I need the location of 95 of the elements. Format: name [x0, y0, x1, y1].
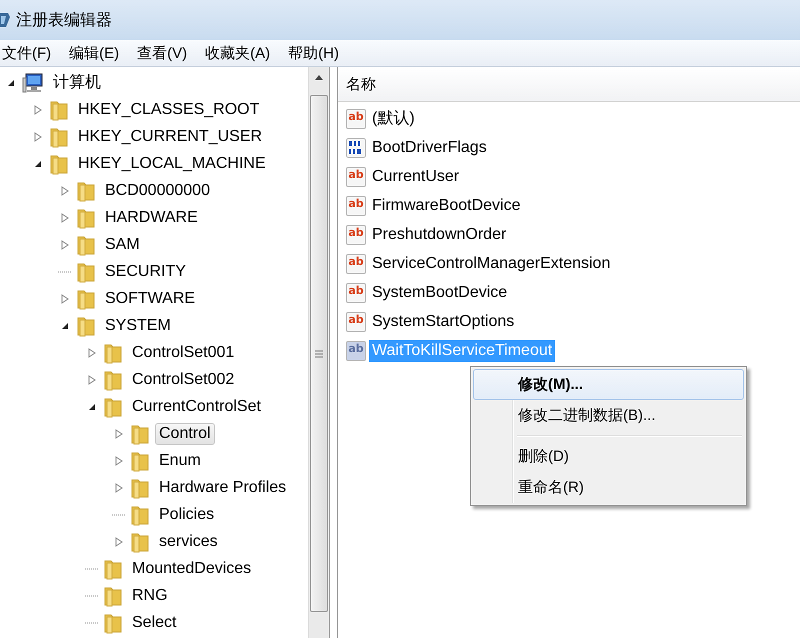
string-value-icon: ab [346, 108, 366, 128]
string-value-icon: ab [346, 340, 366, 360]
value-name[interactable]: SystemBootDevice [369, 282, 510, 304]
collapsed-arrow-icon[interactable] [115, 428, 123, 438]
tree-line [85, 568, 99, 570]
menu-item[interactable]: 帮助(H) [286, 44, 341, 62]
tree-item[interactable]: Control [155, 422, 215, 444]
tree-item[interactable]: Select [128, 612, 180, 634]
menu-item[interactable]: 查看(V) [135, 44, 190, 62]
value-name[interactable]: FirmwareBootDevice [369, 194, 524, 216]
value-name[interactable]: (默认) [369, 106, 418, 131]
folder-icon [76, 180, 96, 202]
value-name[interactable]: PreshutdownOrder [369, 224, 510, 246]
folder-icon [76, 314, 96, 336]
tree-item[interactable]: Enum [155, 450, 205, 472]
up-arrow-icon [315, 74, 323, 80]
string-value-icon: ab [346, 196, 366, 216]
collapsed-arrow-icon[interactable] [115, 482, 123, 492]
tree-line [112, 514, 126, 516]
tree-item[interactable]: MountedDevices [128, 558, 256, 580]
folder-icon [130, 450, 150, 472]
tree-item[interactable]: services [155, 530, 222, 552]
folder-icon [130, 476, 150, 498]
folder-icon [103, 584, 123, 606]
tree-item[interactable]: RNG [128, 584, 172, 606]
folder-icon [76, 206, 96, 228]
computer-icon [22, 72, 44, 94]
folder-icon [103, 368, 123, 390]
menu-item[interactable]: 删除(D) [473, 441, 744, 472]
string-value-icon: ab [346, 254, 366, 274]
collapsed-arrow-icon[interactable] [61, 294, 69, 304]
menu-item[interactable]: 修改二进制数据(B)... [473, 400, 744, 431]
menu-item[interactable]: 修改(M)... [473, 369, 744, 400]
expanded-arrow-icon[interactable] [61, 322, 69, 330]
string-value-icon: ab [346, 224, 366, 244]
folder-icon [130, 530, 150, 552]
value-name[interactable]: SystemStartOptions [369, 310, 518, 332]
folder-icon [49, 152, 69, 174]
menu-item[interactable]: 编辑(E) [67, 44, 122, 62]
string-value-icon: ab [346, 166, 366, 186]
collapsed-arrow-icon[interactable] [61, 240, 69, 250]
tree-item[interactable]: 计算机 [49, 70, 105, 95]
tree-item[interactable]: SECURITY [101, 260, 190, 282]
menu-item[interactable]: 重命名(R) [473, 472, 744, 503]
folder-icon [103, 558, 123, 580]
menu-item[interactable]: 文件(F) [0, 44, 54, 62]
tree-line [58, 270, 72, 272]
tree-item[interactable]: CurrentControlSet [128, 396, 265, 418]
folder-icon [49, 98, 69, 120]
collapsed-arrow-icon[interactable] [88, 348, 96, 358]
collapsed-arrow-icon[interactable] [115, 456, 123, 466]
app-icon [0, 11, 10, 29]
collapsed-arrow-icon[interactable] [61, 186, 69, 196]
folder-icon [130, 422, 150, 444]
folder-icon [49, 126, 69, 148]
tree-item[interactable]: BCD00000000 [101, 180, 214, 202]
window-title: 注册表编辑器 [16, 10, 112, 30]
tree-item[interactable]: HKEY_LOCAL_MACHINE [74, 152, 270, 174]
collapsed-arrow-icon[interactable] [34, 104, 42, 114]
folder-icon [76, 260, 96, 282]
tree-line [85, 622, 99, 624]
folder-icon [103, 342, 123, 364]
column-header[interactable]: 名称 [338, 67, 800, 101]
expanded-arrow-icon[interactable] [34, 160, 42, 168]
tree-item[interactable]: ControlSet002 [128, 368, 238, 390]
value-name[interactable]: ServiceControlManagerExtension [369, 252, 614, 274]
folder-icon [103, 396, 123, 418]
tree-line [85, 594, 99, 596]
tree-item[interactable]: SAM [101, 234, 144, 256]
grip-icon [315, 350, 323, 358]
collapsed-arrow-icon[interactable] [34, 132, 42, 142]
collapsed-arrow-icon[interactable] [115, 536, 123, 546]
expanded-arrow-icon[interactable] [88, 402, 96, 410]
scrollbar-thumb[interactable] [310, 95, 328, 612]
value-name[interactable]: CurrentUser [369, 166, 462, 188]
tree-item[interactable]: Policies [155, 504, 218, 526]
tree-item[interactable]: ControlSet001 [128, 342, 238, 364]
collapsed-arrow-icon[interactable] [61, 212, 69, 222]
folder-icon [76, 288, 96, 310]
folder-icon [130, 504, 150, 526]
tree-item[interactable]: SOFTWARE [101, 288, 200, 310]
collapsed-arrow-icon[interactable] [88, 374, 96, 384]
string-value-icon: ab [346, 312, 366, 332]
tree-item[interactable]: HKEY_CURRENT_USER [74, 126, 266, 148]
value-name[interactable]: BootDriverFlags [369, 136, 490, 158]
string-value-icon: ab [346, 282, 366, 302]
binary-value-icon [346, 138, 366, 158]
tree-item[interactable]: HARDWARE [101, 206, 202, 228]
menu-item[interactable]: 收藏夹(A) [203, 44, 272, 62]
tree-item[interactable]: HKEY_CLASSES_ROOT [74, 98, 264, 120]
tree-item[interactable]: SYSTEM [101, 314, 175, 336]
folder-icon [76, 234, 96, 256]
folder-icon [103, 612, 123, 634]
tree-item[interactable]: Hardware Profiles [155, 476, 290, 498]
expanded-arrow-icon[interactable] [7, 78, 15, 86]
